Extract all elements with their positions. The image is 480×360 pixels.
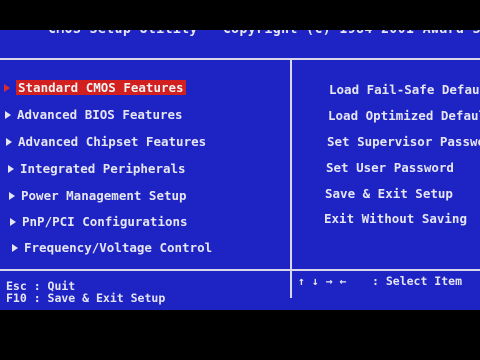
menu-item-label: Integrated Peripherals [20,161,186,176]
menu-item-advanced-bios[interactable]: Advanced BIOS Features [5,106,183,124]
menu-item-label: Frequency/Voltage Control [24,240,213,255]
frame-bottom-line [0,269,480,271]
menu-item-frequency-voltage[interactable]: Frequency/Voltage Control [12,239,212,257]
menu-item-label: Standard CMOS Features [16,80,186,95]
menu-item-pnp-pci[interactable]: PnP/PCI Configurations [10,213,188,231]
arrow-right-icon [8,164,14,173]
bios-screen: CMOS Setup Utility - Copyright (C) 1984-… [0,30,480,310]
arrow-right-icon [10,217,16,226]
menu-item-set-supervisor-password[interactable]: Set Supervisor Password [327,133,480,151]
menu-item-standard-cmos[interactable]: Standard CMOS Features [4,79,186,97]
footer-arrow-keys-icon: ↑ ↓ → ← [298,274,347,288]
menu-item-exit-without-saving[interactable]: Exit Without Saving [324,210,467,228]
menu-item-label: PnP/PCI Configurations [22,214,188,229]
arrow-right-icon [6,137,12,146]
arrow-right-icon [4,83,10,92]
arrow-right-icon [5,110,11,119]
menu-item-label: Advanced BIOS Features [17,107,183,122]
menu-item-advanced-chipset[interactable]: Advanced Chipset Features [6,133,206,151]
footer-select-hint: : Select Item [372,274,463,288]
menu-item-integrated-peripherals[interactable]: Integrated Peripherals [8,160,186,178]
bios-title: CMOS Setup Utility - Copyright (C) 1984-… [0,30,480,42]
menu-item-label: Advanced Chipset Features [18,134,207,149]
menu-item-load-fail-safe[interactable]: Load Fail-Safe Defaults [329,81,480,99]
frame-top-line [0,58,480,60]
arrow-right-icon [9,191,15,200]
menu-item-label: Power Management Setup [21,188,187,203]
menu-item-set-user-password[interactable]: Set User Password [326,159,454,177]
footer-f10-hint: F10 : Save & Exit Setup [6,291,166,305]
menu-item-load-optimized[interactable]: Load Optimized Defaults [328,107,480,125]
menu-item-save-exit[interactable]: Save & Exit Setup [325,185,453,203]
arrow-right-icon [12,243,18,252]
menu-item-power-management[interactable]: Power Management Setup [9,187,187,205]
frame-divider [290,58,292,298]
